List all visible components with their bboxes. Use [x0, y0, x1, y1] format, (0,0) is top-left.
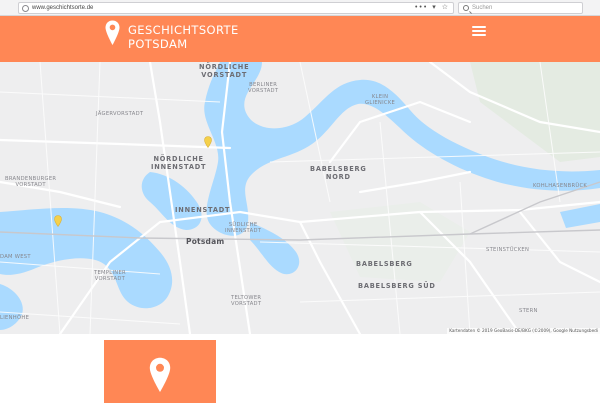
browser-toolbar: www.geschichtsorte.de ••• ▾ ☆ Suchen — [0, 0, 600, 16]
label-babelsberg: BABELSBERG — [356, 260, 413, 268]
search-icon — [463, 5, 469, 11]
map-canvas[interactable] — [0, 62, 600, 334]
label-babelsberg-nord: BABELSBERG NORD — [310, 165, 367, 181]
map-marker-icon[interactable] — [54, 215, 62, 227]
page-actions-icon[interactable]: ••• ▾ ☆ — [415, 3, 450, 13]
site-title[interactable]: GESCHICHTSORTE POTSDAM — [128, 23, 239, 51]
label-jaegervorstadt: JÄGERVORSTADT — [96, 111, 144, 117]
label-berliner-vorstadt: BERLINER VORSTADT — [248, 82, 279, 94]
label-stern: STERN — [519, 308, 538, 314]
info-icon[interactable] — [22, 5, 29, 12]
label-klein-glienicke: KLEIN GLIENICKE — [365, 94, 396, 106]
place-card[interactable] — [104, 340, 216, 403]
label-noerdliche-innenstadt: NÖRDLICHE INNENSTADT — [151, 155, 207, 171]
map-marker-icon[interactable] — [204, 136, 212, 148]
url-text[interactable]: www.geschichtsorte.de — [32, 4, 93, 13]
bookmark-star-icon[interactable]: ☆ — [442, 4, 450, 11]
map-view[interactable]: NÖRDLICHE VORSTADT BERLINER VORSTADT KLE… — [0, 62, 600, 334]
label-suedliche-innenstadt: SÜDLICHE INNENSTADT — [225, 222, 262, 234]
pocket-icon[interactable]: ▾ — [432, 4, 438, 11]
label-kohlhasenbrueck: KOHLHASENBRÜCK — [533, 183, 588, 189]
search-placeholder: Suchen — [472, 5, 493, 11]
label-teltower-vorstadt: TELTOWER VORSTADT — [231, 295, 262, 307]
address-bar[interactable]: www.geschichtsorte.de ••• ▾ ☆ — [18, 2, 454, 14]
site-title-line2: POTSDAM — [128, 37, 188, 51]
map-pin-icon — [149, 357, 171, 392]
site-header: GESCHICHTSORTE POTSDAM — [0, 16, 600, 62]
label-innenstadt: INNENSTADT — [175, 206, 231, 214]
page-actions-menu[interactable]: ••• — [415, 4, 428, 11]
label-brandenburger-vorstadt: BRANDENBURGER VORSTADT — [5, 176, 57, 188]
label-noerdliche-vorstadt: NÖRDLICHE VORSTADT — [199, 63, 250, 79]
label-potsdam: Potsdam — [186, 237, 225, 246]
label-lienhoehe: LIENHÖHE — [0, 315, 30, 321]
label-potsdam-west: DAM WEST — [0, 254, 31, 260]
label-templiner-vorstadt: TEMPLINER VORSTADT — [94, 270, 126, 282]
site-title-line1: GESCHICHTSORTE — [128, 23, 239, 37]
search-input[interactable]: Suchen — [458, 2, 583, 14]
hamburger-menu-icon[interactable] — [472, 26, 486, 38]
label-babelsberg-sued: BABELSBERG SÜD — [358, 282, 436, 290]
map-pin-icon[interactable] — [105, 20, 120, 46]
label-steinstuecken: STEINSTÜCKEN — [486, 247, 530, 253]
map-attribution[interactable]: Kartendaten © 2019 GeoBasis-DE/BKG (©200… — [447, 328, 600, 334]
